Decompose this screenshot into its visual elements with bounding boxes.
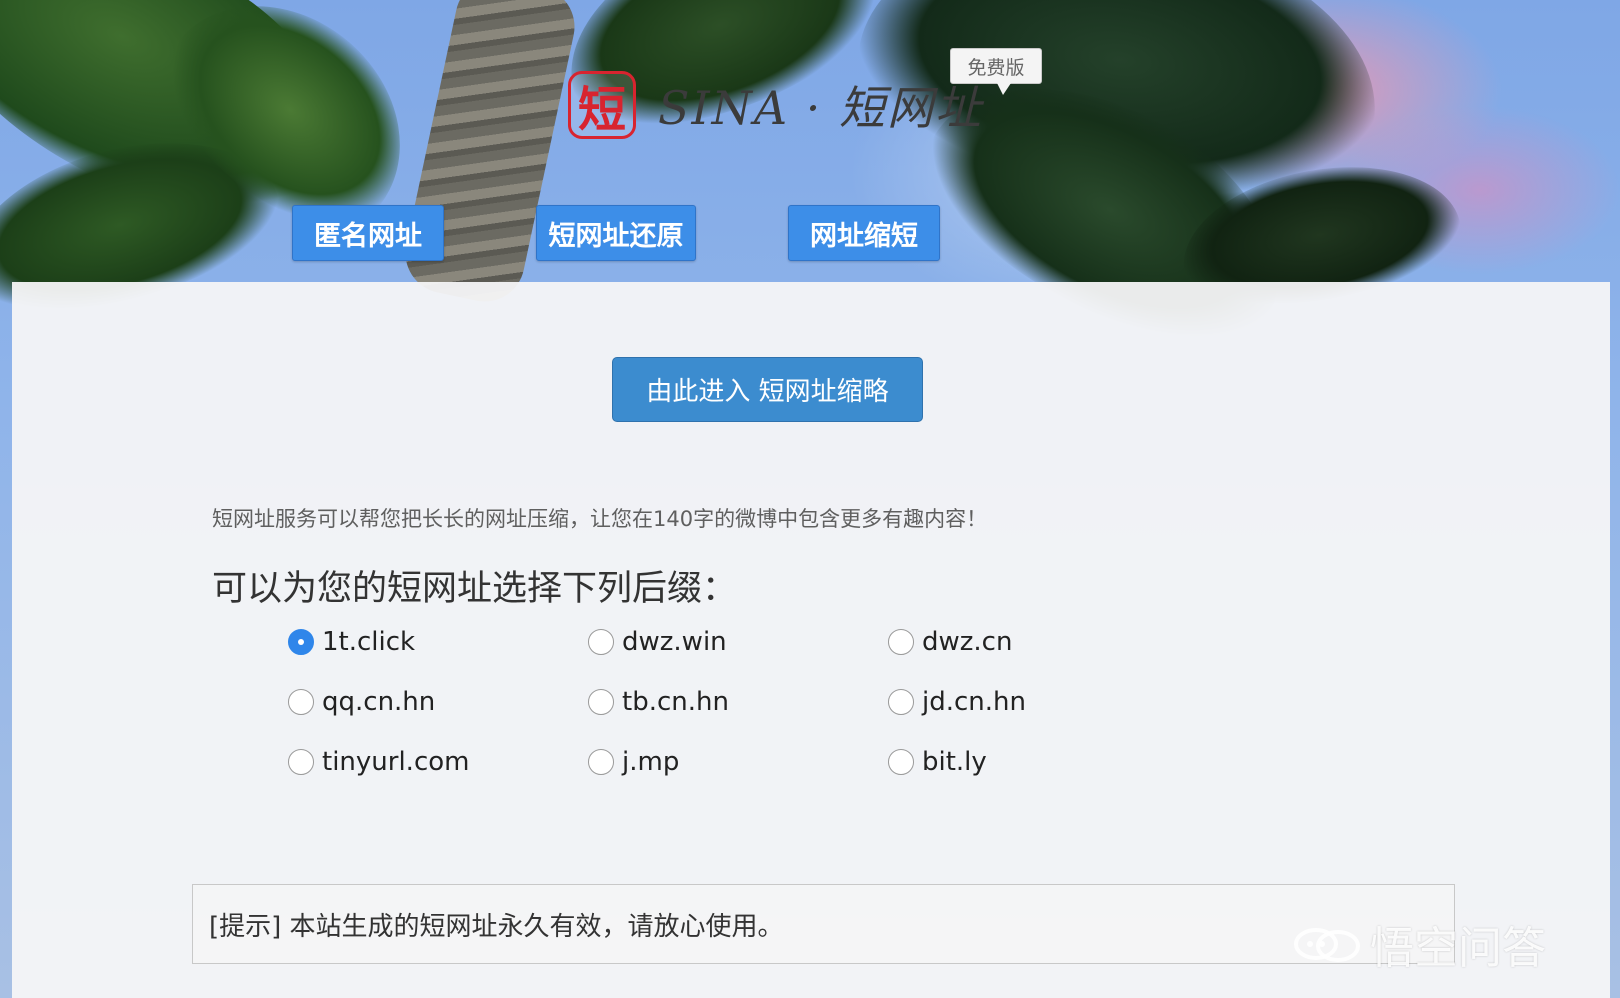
- radio-button[interactable]: [588, 689, 614, 715]
- radio-button[interactable]: [288, 629, 314, 655]
- suffix-label: jd.cn.hn: [922, 687, 1026, 717]
- suffix-label: qq.cn.hn: [322, 687, 436, 717]
- suffix-label: tinyurl.com: [322, 747, 470, 777]
- watermark: 悟空问答: [1292, 912, 1546, 976]
- logo-text: SINA · 短网址: [658, 81, 984, 135]
- site-logo[interactable]: 短 SINA · 短网址: [568, 68, 983, 142]
- suffix-option[interactable]: bit.ly: [888, 742, 987, 782]
- free-version-badge: 免费版: [950, 48, 1042, 95]
- nav-anonymous-button[interactable]: 匿名网址: [292, 205, 444, 261]
- radio-button[interactable]: [588, 629, 614, 655]
- enter-shortener-button[interactable]: 由此进入 短网址缩略: [612, 357, 923, 422]
- suffix-label: tb.cn.hn: [622, 687, 729, 717]
- nav-restore-button[interactable]: 短网址还原: [536, 205, 696, 261]
- watermark-text: 悟空问答: [1370, 923, 1546, 974]
- palm-trunk-image: [398, 0, 582, 309]
- suffix-label: bit.ly: [922, 747, 987, 777]
- suffix-label: 1t.click: [322, 627, 416, 657]
- nav-shorten-button[interactable]: 网址缩短: [788, 205, 940, 261]
- logo-seal-icon: 短: [568, 71, 636, 139]
- suffix-option[interactable]: qq.cn.hn: [288, 682, 435, 722]
- radio-button[interactable]: [288, 689, 314, 715]
- suffix-option[interactable]: dwz.win: [588, 622, 727, 662]
- radio-button[interactable]: [888, 629, 914, 655]
- suffix-option[interactable]: j.mp: [588, 742, 679, 782]
- suffix-label: j.mp: [622, 747, 680, 777]
- intro-text: 短网址服务可以帮您把长长的网址压缩，让您在140字的微博中包含更多有趣内容！: [212, 507, 988, 531]
- radio-button[interactable]: [288, 749, 314, 775]
- suffix-option[interactable]: 1t.click: [288, 622, 415, 662]
- speech-bubbles-icon: [1294, 928, 1360, 962]
- suffix-option[interactable]: jd.cn.hn: [888, 682, 1026, 722]
- suffix-heading: 可以为您的短网址选择下列后缀：: [212, 569, 738, 609]
- suffix-option[interactable]: tinyurl.com: [288, 742, 469, 782]
- tip-box: [提示] 本站生成的短网址永久有效，请放心使用。: [192, 884, 1455, 964]
- suffix-option[interactable]: dwz.cn: [888, 622, 1012, 662]
- radio-button[interactable]: [888, 689, 914, 715]
- suffix-label: dwz.cn: [922, 627, 1013, 657]
- radio-button[interactable]: [588, 749, 614, 775]
- suffix-label: dwz.win: [622, 627, 727, 657]
- suffix-option[interactable]: tb.cn.hn: [588, 682, 729, 722]
- radio-button[interactable]: [888, 749, 914, 775]
